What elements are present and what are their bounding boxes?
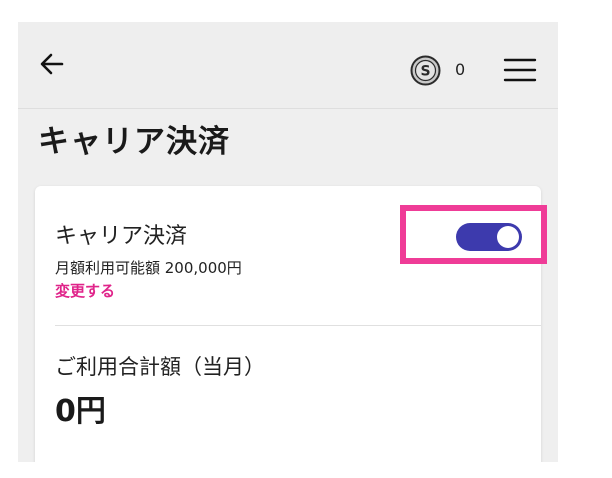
change-limit-link[interactable]: 変更する xyxy=(55,281,115,301)
hamburger-menu-icon[interactable] xyxy=(502,52,538,88)
monthly-limit-text: 月額利用可能額 200,000円 xyxy=(55,259,242,277)
carrier-payment-card: キャリア決済 月額利用可能額 200,000円 変更する ご利用合計額（当月） … xyxy=(35,186,541,462)
page-title: キャリア決済 xyxy=(38,124,230,160)
coin-icon: S xyxy=(410,55,441,86)
monthly-usage-label: ご利用合計額（当月） xyxy=(55,355,265,379)
points-count: 0 xyxy=(455,60,466,79)
divider xyxy=(55,325,541,326)
toggle-knob xyxy=(497,226,519,248)
carrier-payment-toggle[interactable] xyxy=(456,223,522,251)
coin-letter: S xyxy=(420,64,430,80)
app-screen: S 0 キャリア決済 キャリア決済 月額利用可能額 200,000円 変更する … xyxy=(18,22,558,462)
top-app-bar: S 0 xyxy=(18,22,558,109)
back-arrow-icon[interactable] xyxy=(32,44,72,84)
carrier-payment-label: キャリア決済 xyxy=(55,224,188,249)
monthly-usage-amount: 0円 xyxy=(55,394,106,429)
